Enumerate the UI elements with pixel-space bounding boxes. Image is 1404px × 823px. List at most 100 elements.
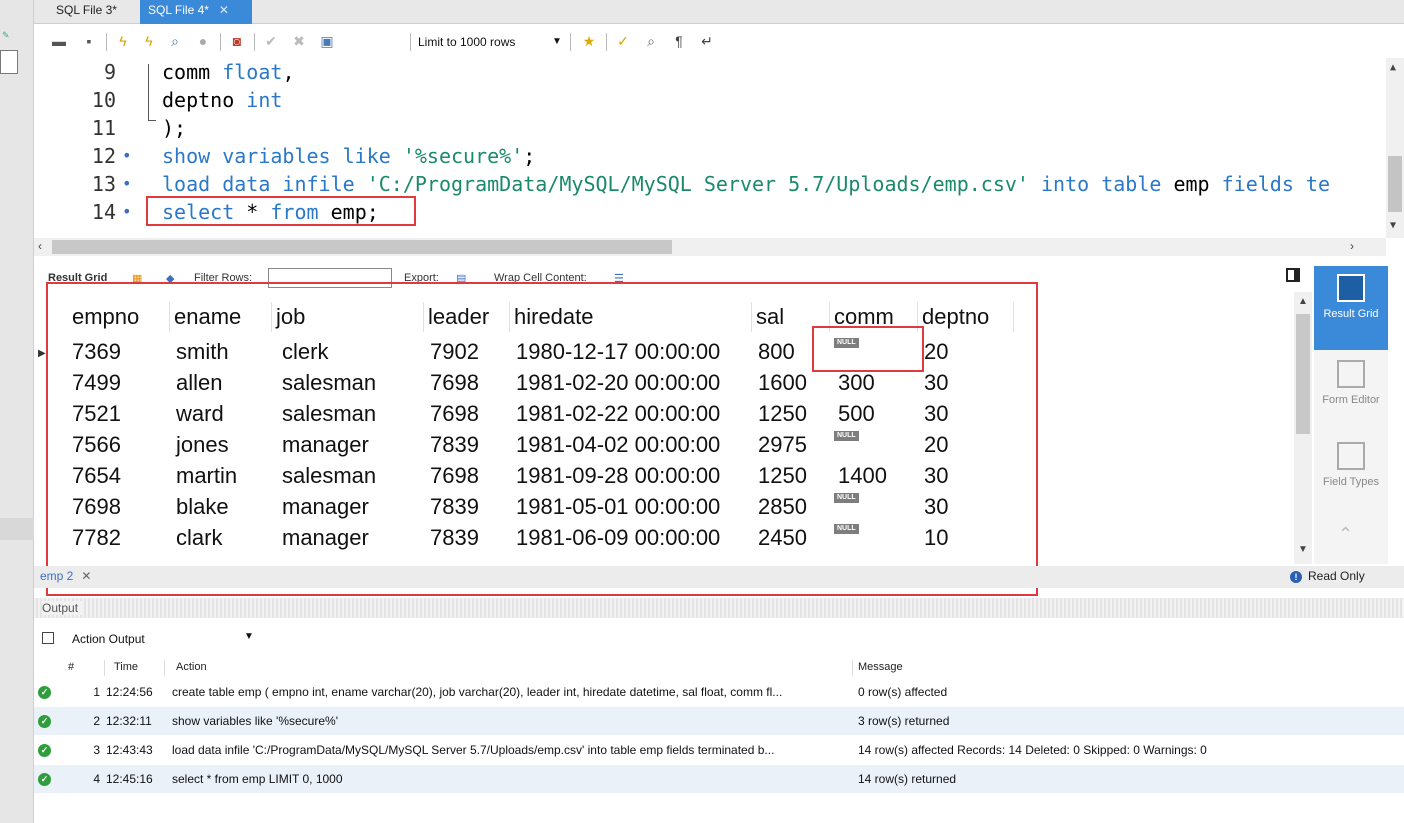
navigator-strip: ✎ [0,0,34,823]
output-cell-action: select * from emp LIMIT 0, 1000 [172,772,343,786]
chevron-up-down-icon[interactable]: ⌃ [1338,524,1353,545]
output-row[interactable]: ✓ 2 12:32:11 show variables like '%secure%'… [34,707,1404,735]
scroll-up-icon[interactable]: ▲ [1298,296,1308,307]
execute-icon[interactable]: ϟ [114,32,132,50]
output-row[interactable]: ✓ 4 12:45:16 select * from emp LIMIT 0, 100… [34,765,1404,793]
tab-sql-file-4[interactable]: SQL File 4* ✕ [140,0,252,24]
scroll-up-icon[interactable]: ▲ [1390,62,1396,73]
code-token: , [282,60,295,84]
code-token: 'C:/ProgramData/MySQL/MySQL Server 5.7/U… [366,172,1029,196]
code-token: emp [1173,172,1222,196]
success-icon: ✓ [38,715,51,728]
rollback-icon[interactable]: ✖ [290,32,308,50]
toolbar-separator [570,33,571,51]
code-token: deptno [162,88,247,112]
tab-sql-file-3[interactable]: SQL File 3* [48,0,125,24]
editor-horizontal-scrollbar[interactable]: ‹ › [34,238,1386,256]
success-icon: ✓ [38,686,51,699]
explain-icon[interactable]: ⌕ [166,32,184,50]
folder-icon[interactable]: ▬ [50,32,68,50]
stop-icon[interactable]: ● [194,32,212,50]
invisible-chars-icon[interactable]: ¶ [670,32,688,50]
sql-toolbar: ▬ ▪ ϟ ϟ ⌕ ● ◙ ✔ ✖ ▣ Limit to 1000 rows ▼ … [34,28,1384,56]
highlight-select-statement [146,196,416,226]
output-row[interactable]: ✓ 3 12:43:43 load data infile 'C:/ProgramDa… [34,736,1404,764]
code-line[interactable]: 10 deptno int [34,86,1364,114]
toolbar-separator [106,33,107,51]
code-line[interactable]: 11); [34,114,1364,142]
toggle-panel-icon[interactable] [1286,268,1300,282]
form-editor-panel-button[interactable]: Form Editor [1314,352,1388,436]
output-cell-num: 1 [93,685,100,699]
wrap-icon[interactable]: ↵ [698,32,716,50]
code-line[interactable]: 12 • show variables like '%secure%'; [34,142,1364,170]
statement-marker-icon: • [122,146,132,165]
toolbar-separator [254,33,255,51]
commit-icon[interactable]: ✔ [262,32,280,50]
code-text: deptno int [162,86,282,114]
code-text: comm float, [162,58,294,86]
editor-vertical-scrollbar[interactable]: ▲ ▼ [1386,58,1404,238]
result-tab-emp-2[interactable]: emp 2 ✕ [40,569,91,583]
output-cell-num: 3 [93,743,100,757]
scroll-down-icon[interactable]: ▼ [1390,220,1396,231]
output-cell-time: 12:32:11 [106,714,152,728]
grid-vertical-scrollbar[interactable]: ▲ ▼ [1294,292,1312,564]
output-type-select[interactable]: Action Output [72,632,145,646]
scrollbar-thumb[interactable] [1296,314,1310,434]
navigator-tab[interactable] [0,518,34,540]
code-token: show variables like [162,144,403,168]
toolbar-separator [410,33,411,51]
success-icon: ✓ [38,773,51,786]
result-side-panel: Result Grid Form Editor Field Types [1314,266,1388,564]
field-types-panel-button[interactable]: Field Types [1314,434,1388,518]
output-cell-time: 12:24:56 [106,685,153,699]
output-cell-action: show variables like '%secure%' [172,714,338,728]
code-line[interactable]: 9 comm float, [34,58,1364,86]
execute-current-icon[interactable]: ϟ [140,32,158,50]
navigator-input[interactable] [0,50,18,74]
close-tab-icon[interactable]: ✕ [219,3,229,17]
result-grid-panel-button[interactable]: Result Grid [1314,266,1388,350]
code-line[interactable]: 13 • load data infile 'C:/ProgramData/MySQ… [34,170,1364,198]
code-token: comm [162,60,223,84]
output-cell-message: 0 row(s) affected [858,685,948,699]
scrollbar-thumb[interactable] [1388,156,1402,212]
line-number: 13 [91,172,116,196]
editor-tabbar: SQL File 3* SQL File 4* ✕ [34,0,1404,24]
scroll-right-icon[interactable]: › [1350,239,1354,253]
column-divider [164,660,165,676]
chevron-down-icon[interactable]: ▼ [244,631,254,642]
limit-rows-select[interactable]: Limit to 1000 rows ▼ [416,32,566,52]
save-icon[interactable]: ▪ [80,32,98,50]
success-icon: ✓ [38,744,51,757]
form-editor-icon [1337,360,1365,388]
scroll-left-icon[interactable]: ‹ [38,239,42,253]
toggle-results-icon[interactable]: ◙ [228,32,246,50]
scroll-down-icon[interactable]: ▼ [1298,544,1308,555]
line-number: 11 [91,116,116,140]
beautify-icon[interactable]: ✓ [614,32,632,50]
find-icon[interactable]: ⌕ [642,32,660,50]
output-cell-message: 14 row(s) returned [858,772,957,786]
read-only-status: ! Read Only [1290,569,1365,583]
scrollbar-thumb[interactable] [52,240,672,254]
info-icon: ! [1290,571,1302,583]
output-header: Output [34,598,1404,618]
bookmark-icon[interactable]: ★ [580,32,598,50]
copy-icon[interactable] [42,632,54,644]
output-table-header: # Time Action Message [34,658,1404,678]
code-token: into table [1028,172,1174,196]
output-row[interactable]: ✓ 1 12:24:56 create table emp ( empno int, … [34,678,1404,706]
schema-icon[interactable]: ✎ [2,30,12,40]
field-types-icon [1337,442,1365,470]
line-number: 9 [103,60,116,84]
toolbar-separator [220,33,221,51]
code-token: ; [523,144,536,168]
close-tab-icon[interactable]: ✕ [81,569,91,583]
output-cell-time: 12:45:16 [106,772,153,786]
output-cell-action: create table emp ( empno int, ename varc… [172,685,783,699]
autocommit-icon[interactable]: ▣ [318,32,336,50]
code-text: load data infile 'C:/ProgramData/MySQL/M… [162,170,1330,198]
column-divider [104,660,105,676]
